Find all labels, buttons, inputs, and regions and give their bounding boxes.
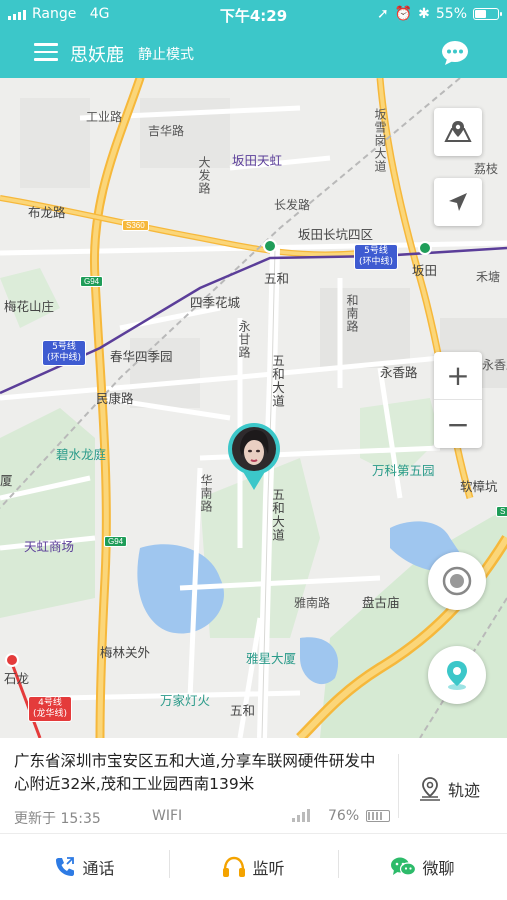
- metro-line-5-badge-west: 5号线 (环中线): [42, 340, 87, 366]
- highway-shield-g94: G94: [80, 276, 104, 287]
- record-button[interactable]: [428, 552, 486, 610]
- zoom-in-button[interactable]: +: [434, 352, 482, 400]
- alarm-icon: ⏰: [394, 6, 413, 22]
- status-bar: Range 4G 下午4:29 ➚ ⏰ ✱ 55%: [0, 0, 507, 30]
- highway-shield-g94-south: G94: [104, 536, 128, 547]
- map-label-jiye-road: 吉华路: [148, 124, 185, 138]
- map-label-yanan-road: 雅南路: [294, 596, 331, 610]
- map-label-wuhe-station: 五和: [264, 272, 290, 286]
- map-label-yaxing-building: 雅星大厦: [246, 652, 297, 666]
- location-arrow-icon: ➚: [376, 6, 389, 22]
- wechat-label: 微聊: [422, 859, 455, 878]
- map-label-meilin-guanwai: 梅林关外: [100, 646, 151, 660]
- track-label: 轨迹: [448, 781, 481, 800]
- updated-time: 更新于 15:35: [14, 811, 101, 827]
- map-label-wanjia-denghuo: 万家灯火: [160, 694, 211, 708]
- zoom-out-button[interactable]: −: [434, 400, 482, 448]
- wechat-icon: [391, 857, 417, 876]
- listen-label: 监听: [252, 859, 285, 878]
- map-label-chunhua-siji: 春华四季园: [110, 350, 173, 364]
- map-label-ruanzhangkeng: 软樟坑: [460, 480, 498, 494]
- map-label-vanke-fifth-garden: 万科第五园: [372, 464, 435, 478]
- chat-bubble-icon[interactable]: [441, 40, 469, 66]
- map-label-yongxiang-road-east: 永香路: [482, 358, 507, 372]
- navigation-arrow-icon: [449, 193, 467, 211]
- status-icons: ➚ ⏰ ✱ 55%: [376, 6, 502, 22]
- device-location-button[interactable]: [428, 646, 486, 704]
- battery-icon: [473, 8, 502, 20]
- headphones-icon: [223, 856, 246, 877]
- map-view[interactable]: 工业路 吉华路 坂田天虹 坂雪岗大道 荔枝 布龙路 长发路 坂田长坑四区 五和 …: [0, 78, 507, 738]
- track-pin-icon: [420, 777, 440, 801]
- map-label-bantian-station: 坂田: [412, 264, 438, 278]
- map-label-bishui-longting: 碧水龙庭: [56, 448, 107, 462]
- bluetooth-icon: ✱: [418, 6, 430, 22]
- map-label-wuhe-bottom: 五和: [230, 704, 256, 718]
- map-label-shilong: 石龙: [4, 672, 30, 686]
- map-base: [0, 78, 507, 738]
- location-pin-icon: [447, 661, 467, 690]
- map-label-bulong-road: 布龙路: [28, 206, 66, 220]
- map-label-sha: 厦: [0, 474, 13, 488]
- target-icon: [442, 566, 472, 596]
- map-label-bantian-tianhong: 坂田天虹: [232, 154, 283, 168]
- map-label-banxuegang-avenue: 坂雪岗大道: [373, 108, 387, 173]
- wechat-button[interactable]: 微聊: [338, 834, 507, 900]
- device-signal-icon: [292, 808, 310, 822]
- zoom-control: + −: [434, 352, 482, 448]
- map-label-pangu-temple: 盘古庙: [362, 596, 400, 610]
- listen-button[interactable]: 监听: [169, 834, 338, 900]
- map-label-changfa-road: 长发路: [274, 198, 311, 212]
- locate-me-button[interactable]: [434, 178, 482, 226]
- highway-shield-s360: S360: [122, 220, 149, 231]
- map-label-henan-road: 和南路: [345, 294, 359, 333]
- map-label-wuhe-avenue: 五和大道: [270, 354, 284, 408]
- map-label-gongye-road: 工业路: [86, 110, 123, 124]
- battery-percent: 55%: [435, 6, 467, 22]
- metro-line-4-badge: 4号线 (龙华线): [28, 696, 73, 722]
- device-mode: 静止模式: [138, 47, 194, 63]
- network-type: WIFI: [152, 808, 183, 824]
- metro-line-5-badge: 5号线 (环中线): [354, 244, 399, 270]
- divider: [398, 754, 399, 818]
- map-label-hetang: 禾塘: [476, 270, 501, 284]
- map-label-wuhe-avenue-south: 五和大道: [270, 488, 284, 542]
- map-label-yonggan-road: 永甘路: [237, 320, 251, 359]
- device-battery-icon: [366, 810, 390, 822]
- map-label-lizhi: 荔枝: [474, 162, 499, 176]
- highway-shield-s5: S: [496, 506, 507, 517]
- address-text: 广东省深圳市宝安区五和大道,分享车联网硬件研发中心附近32米,茂和工业园西南13…: [14, 752, 376, 793]
- menu-icon[interactable]: [34, 43, 58, 63]
- map-label-bantian-changkeng: 坂田长坑四区: [298, 228, 374, 242]
- app-header: 思妖鹿 静止模式: [0, 30, 507, 78]
- map-label-tianhong-mall: 天虹商场: [24, 540, 75, 554]
- location-info-panel: 广东省深圳市宝安区五和大道,分享车联网硬件研发中心附近32米,茂和工业园西南13…: [0, 738, 507, 834]
- map-label-yongxiang-road: 永香路: [380, 366, 418, 380]
- map-label-huanan-road: 华南路: [199, 474, 213, 513]
- map-layers-icon: [444, 121, 472, 142]
- map-label-siji-huacheng: 四季花城: [190, 296, 241, 310]
- call-label: 通话: [82, 859, 115, 878]
- device-name[interactable]: 思妖鹿: [70, 41, 124, 67]
- device-avatar-marker[interactable]: [226, 422, 282, 492]
- map-label-dafa-road: 大发路: [197, 156, 211, 195]
- map-label-meihua-villa: 梅花山庄: [4, 300, 55, 314]
- call-button[interactable]: 通话: [0, 834, 169, 900]
- track-button[interactable]: 轨迹: [418, 776, 480, 802]
- map-label-minkang-road: 民康路: [96, 392, 134, 406]
- device-battery-percent: 76%: [328, 808, 360, 824]
- phone-icon: [56, 857, 75, 876]
- map-layers-button[interactable]: [434, 108, 482, 156]
- bottom-toolbar: 通话 监听 微聊: [0, 834, 507, 900]
